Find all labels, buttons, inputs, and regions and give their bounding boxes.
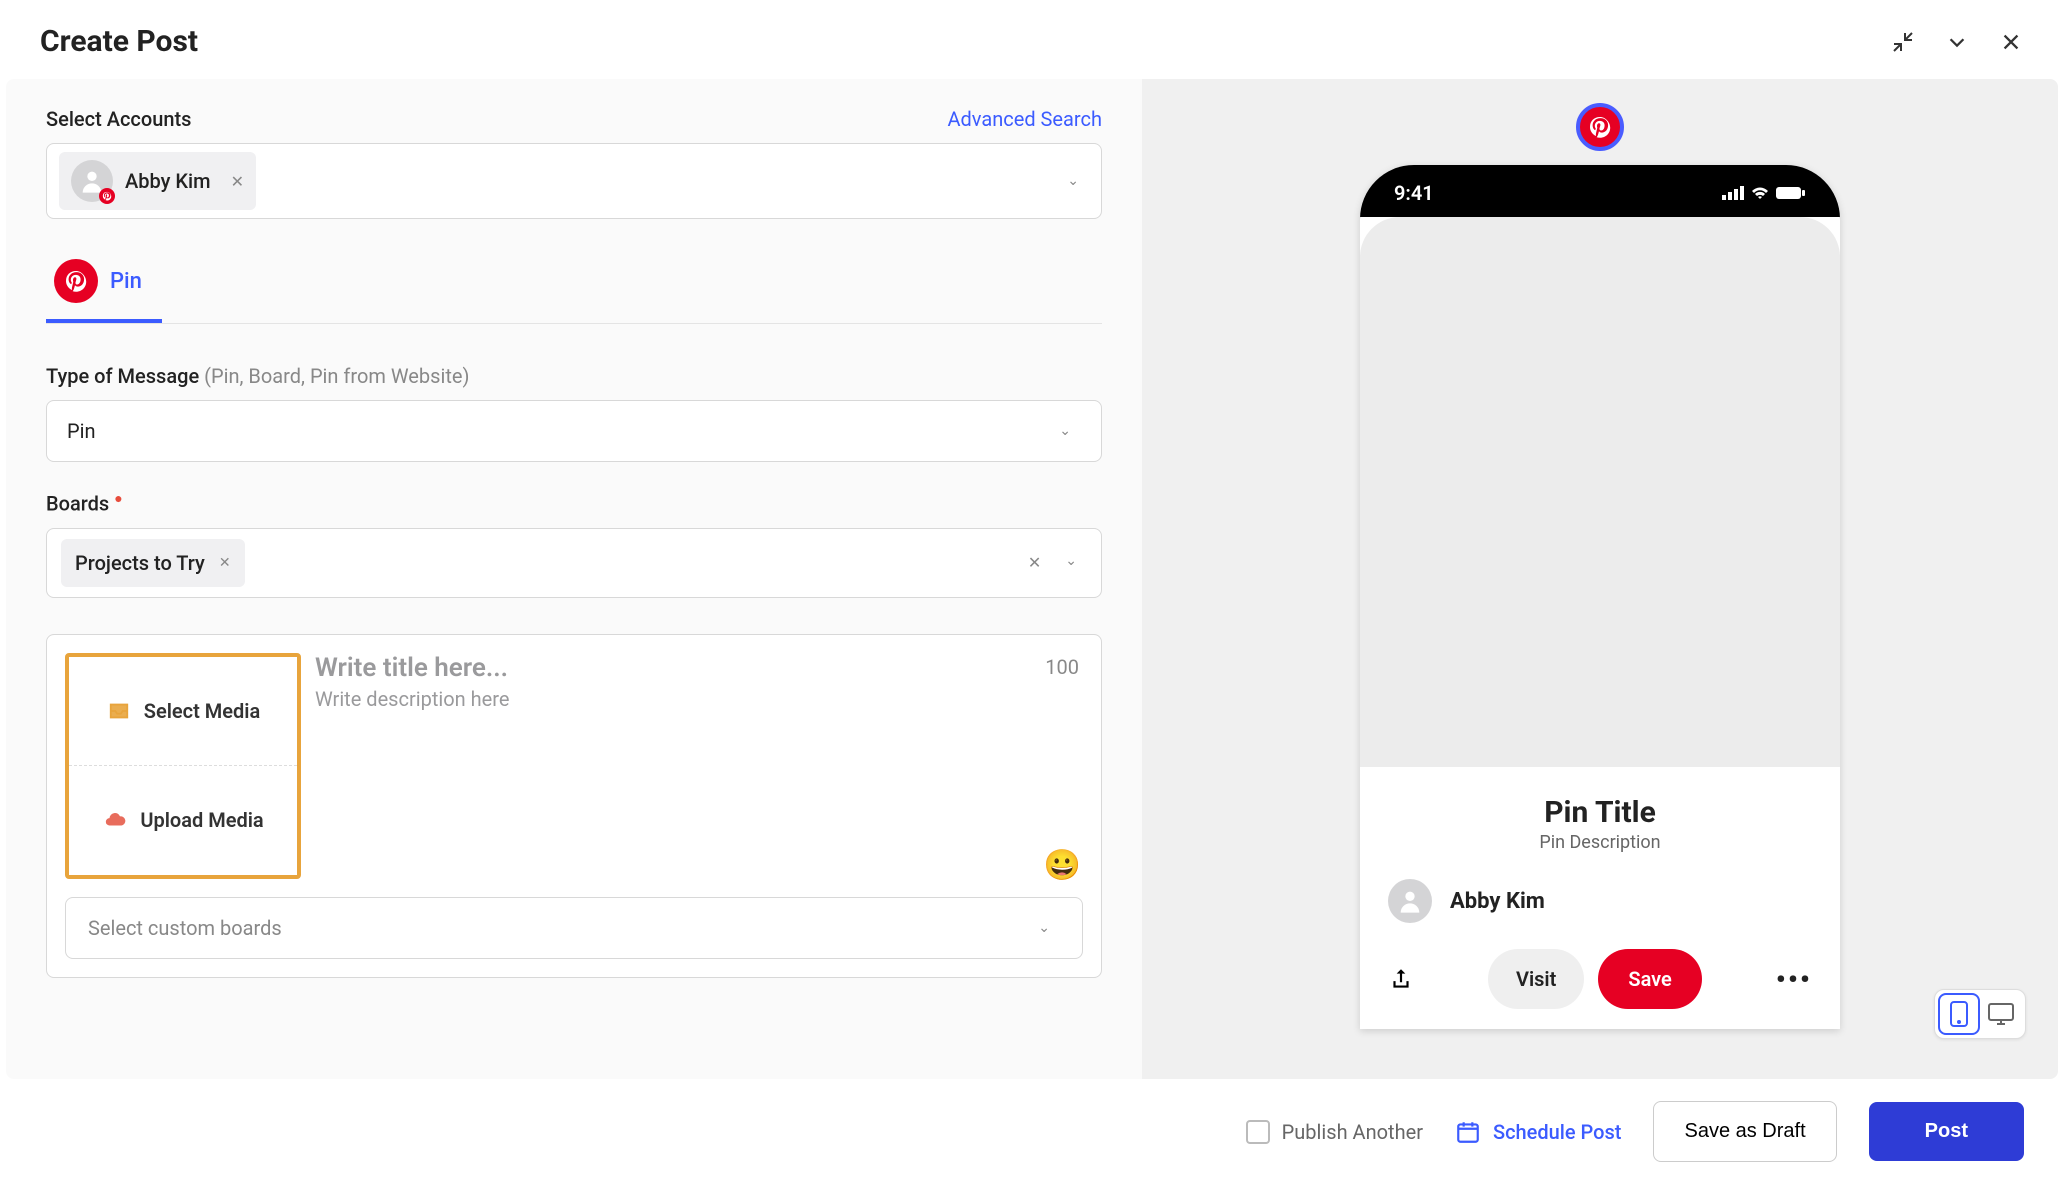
remove-account-icon[interactable]: ✕ bbox=[223, 172, 244, 191]
chevron-down-icon[interactable] bbox=[1944, 29, 1970, 55]
boards-select[interactable]: Projects to Try ✕ ✕ ⌄ bbox=[46, 528, 1102, 598]
calendar-icon bbox=[1455, 1119, 1481, 1145]
remove-board-icon[interactable]: ✕ bbox=[219, 555, 231, 571]
create-post-modal: Create Post Select Accounts Advanced Sea… bbox=[0, 0, 2064, 1184]
visit-button: Visit bbox=[1488, 949, 1584, 1009]
preview-pane: 9:41 Pin Title Pin Description bbox=[1142, 79, 2058, 1079]
preview-pin-title: Pin Title bbox=[1388, 795, 1812, 830]
modal-footer: Publish Another Schedule Post Save as Dr… bbox=[0, 1079, 2064, 1184]
avatar-icon bbox=[1388, 879, 1432, 923]
pinterest-icon bbox=[1576, 103, 1624, 151]
schedule-post-button[interactable]: Schedule Post bbox=[1455, 1119, 1622, 1145]
description-input[interactable]: Write description here bbox=[315, 687, 1083, 711]
composer: Select Media Upload Media Write title he… bbox=[46, 634, 1102, 978]
media-selector: Select Media Upload Media bbox=[65, 653, 301, 879]
status-time: 9:41 bbox=[1394, 181, 1434, 205]
select-media-button[interactable]: Select Media bbox=[69, 657, 297, 767]
avatar-icon bbox=[71, 160, 113, 202]
close-icon[interactable] bbox=[1998, 29, 2024, 55]
save-button: Save bbox=[1598, 949, 1701, 1009]
desktop-view-button[interactable] bbox=[1980, 993, 2022, 1035]
inbox-icon bbox=[106, 700, 132, 722]
wifi-icon bbox=[1750, 186, 1770, 200]
phone-preview: 9:41 Pin Title Pin Description bbox=[1360, 165, 1840, 1029]
platform-tabs: Pin bbox=[46, 247, 1102, 324]
signal-icon bbox=[1722, 186, 1744, 200]
cloud-upload-icon bbox=[102, 809, 128, 831]
device-toggle bbox=[1934, 989, 2026, 1039]
boards-label: Boards ● bbox=[46, 490, 1102, 516]
chevron-down-icon: ⌄ bbox=[1049, 423, 1081, 439]
pin-image-placeholder bbox=[1360, 217, 1840, 767]
message-type-label: Type of Message (Pin, Board, Pin from We… bbox=[46, 364, 1102, 388]
more-icon: ••• bbox=[1776, 963, 1812, 996]
chevron-down-icon: ⌄ bbox=[1028, 920, 1060, 936]
preview-pin-desc: Pin Description bbox=[1388, 832, 1812, 853]
save-draft-button[interactable]: Save as Draft bbox=[1653, 1101, 1836, 1162]
tab-pin[interactable]: Pin bbox=[46, 247, 162, 323]
clear-boards-icon[interactable]: ✕ bbox=[1028, 553, 1041, 572]
mobile-view-button[interactable] bbox=[1938, 993, 1980, 1035]
share-icon bbox=[1388, 966, 1414, 992]
editor-pane: Select Accounts Advanced Search Abby Kim… bbox=[6, 79, 1142, 1079]
account-name: Abby Kim bbox=[125, 169, 211, 193]
checkbox-icon bbox=[1246, 1120, 1270, 1144]
custom-boards-select[interactable]: Select custom boards ⌄ bbox=[65, 897, 1083, 959]
message-type-select[interactable]: Pin ⌄ bbox=[46, 400, 1102, 462]
title-input[interactable]: Write title here... bbox=[315, 653, 1083, 683]
minimize-icon[interactable] bbox=[1890, 29, 1916, 55]
modal-header: Create Post bbox=[0, 0, 2064, 79]
accounts-label: Select Accounts bbox=[46, 107, 191, 131]
required-dot-icon: ● bbox=[114, 491, 122, 507]
publish-another-checkbox[interactable]: Publish Another bbox=[1246, 1120, 1423, 1144]
chevron-down-icon: ⌄ bbox=[1057, 173, 1089, 189]
account-chip: Abby Kim ✕ bbox=[59, 152, 256, 210]
battery-icon bbox=[1776, 186, 1806, 200]
board-chip: Projects to Try ✕ bbox=[61, 539, 245, 587]
accounts-select[interactable]: Abby Kim ✕ ⌄ bbox=[46, 143, 1102, 219]
preview-user-name: Abby Kim bbox=[1450, 889, 1545, 914]
emoji-picker-icon[interactable]: 😀 bbox=[1044, 848, 1081, 883]
tab-label: Pin bbox=[110, 269, 142, 294]
chevron-down-icon: ⌄ bbox=[1055, 553, 1087, 572]
upload-media-button[interactable]: Upload Media bbox=[69, 766, 297, 875]
advanced-search-link[interactable]: Advanced Search bbox=[947, 107, 1102, 131]
pinterest-icon bbox=[54, 259, 98, 303]
status-icons bbox=[1722, 186, 1806, 200]
pinterest-badge-icon bbox=[99, 188, 115, 204]
char-counter: 100 bbox=[1045, 655, 1079, 679]
post-button[interactable]: Post bbox=[1869, 1102, 2024, 1161]
page-title: Create Post bbox=[40, 24, 198, 59]
